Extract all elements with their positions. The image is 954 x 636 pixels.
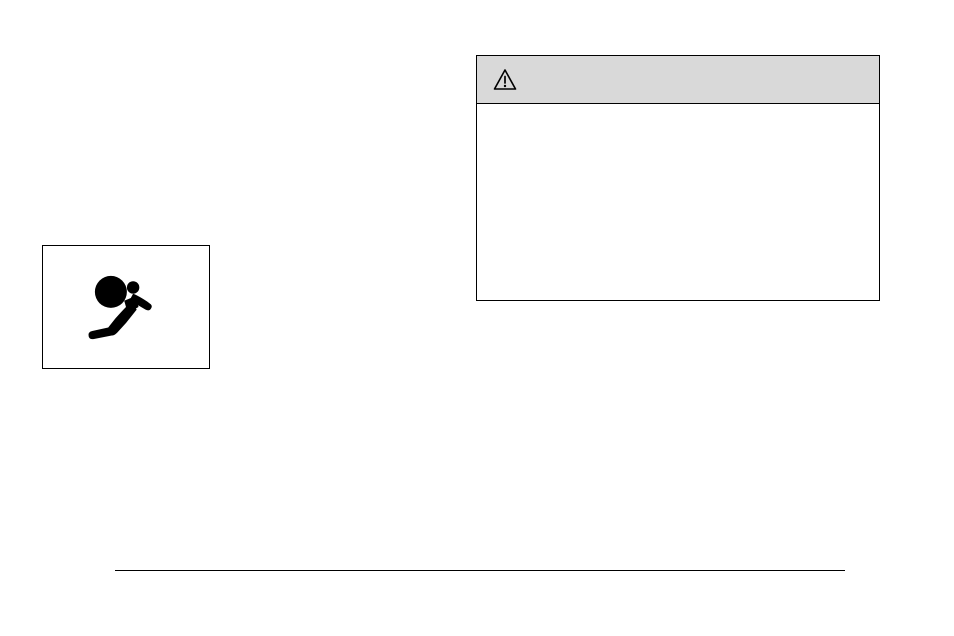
footer-rule <box>115 570 845 571</box>
caution-box <box>476 55 880 301</box>
caution-body-text <box>477 104 879 300</box>
airbag-indicator-figure <box>42 245 210 369</box>
warning-triangle-icon <box>493 68 517 92</box>
airbag-icon <box>81 267 171 347</box>
caution-header <box>477 56 879 104</box>
page-content <box>0 0 954 636</box>
